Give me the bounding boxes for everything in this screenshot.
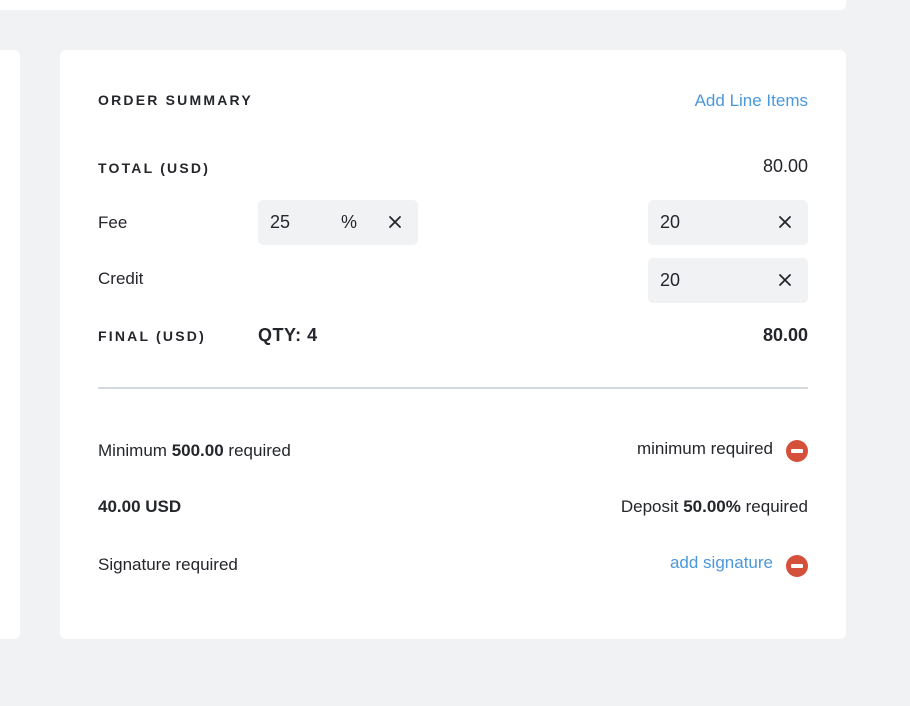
top-panel	[0, 0, 846, 10]
fee-percent-field: %	[258, 200, 418, 245]
order-summary-title: ORDER SUMMARY	[98, 92, 253, 108]
credit-amount-field	[648, 258, 808, 303]
close-icon	[389, 216, 401, 228]
deposit-amount: 40.00 USD	[98, 497, 182, 516]
fee-label: Fee	[98, 213, 128, 232]
minimum-requirement: Minimum 500.00 required	[98, 441, 291, 461]
minimum-amount: 500.00	[171, 441, 224, 460]
minus-circle-icon	[786, 440, 808, 462]
deposit-requirement: Deposit 50.00% required	[621, 497, 808, 517]
percent-symbol: %	[341, 212, 358, 232]
deposit-prefix: Deposit	[620, 497, 679, 516]
credit-label: Credit	[98, 269, 144, 288]
minimum-status-text: minimum required	[636, 439, 773, 458]
total-label: TOTAL (USD)	[98, 160, 211, 176]
fee-amount-input[interactable]	[660, 200, 760, 245]
credit-amount-input[interactable]	[660, 258, 760, 303]
order-summary-panel: ORDER SUMMARY Add Line Items TOTAL (USD)…	[60, 50, 846, 639]
clear-credit-amount-button[interactable]	[776, 271, 794, 289]
clear-fee-percent-button[interactable]	[386, 213, 404, 231]
left-panel	[0, 50, 20, 639]
total-value: 80.00	[762, 156, 808, 176]
minus-circle-icon	[786, 555, 808, 577]
fee-amount-field	[648, 200, 808, 245]
clear-fee-amount-button[interactable]	[776, 213, 794, 231]
final-label: FINAL (USD)	[98, 328, 206, 344]
deposit-percent: 50.00%	[683, 497, 741, 516]
close-icon	[779, 274, 791, 286]
add-signature-link[interactable]: add signature	[670, 553, 773, 573]
close-icon	[779, 216, 791, 228]
signature-requirement: Signature required	[98, 555, 238, 574]
minimum-suffix: required	[228, 441, 291, 460]
add-line-items-link[interactable]: Add Line Items	[695, 91, 808, 111]
deposit-suffix: required	[745, 497, 808, 516]
quantity-label: QTY: 4	[258, 325, 318, 345]
fee-percent-input[interactable]	[270, 200, 330, 245]
divider	[98, 387, 808, 389]
minimum-prefix: Minimum	[98, 441, 167, 460]
final-value: 80.00	[762, 325, 808, 345]
